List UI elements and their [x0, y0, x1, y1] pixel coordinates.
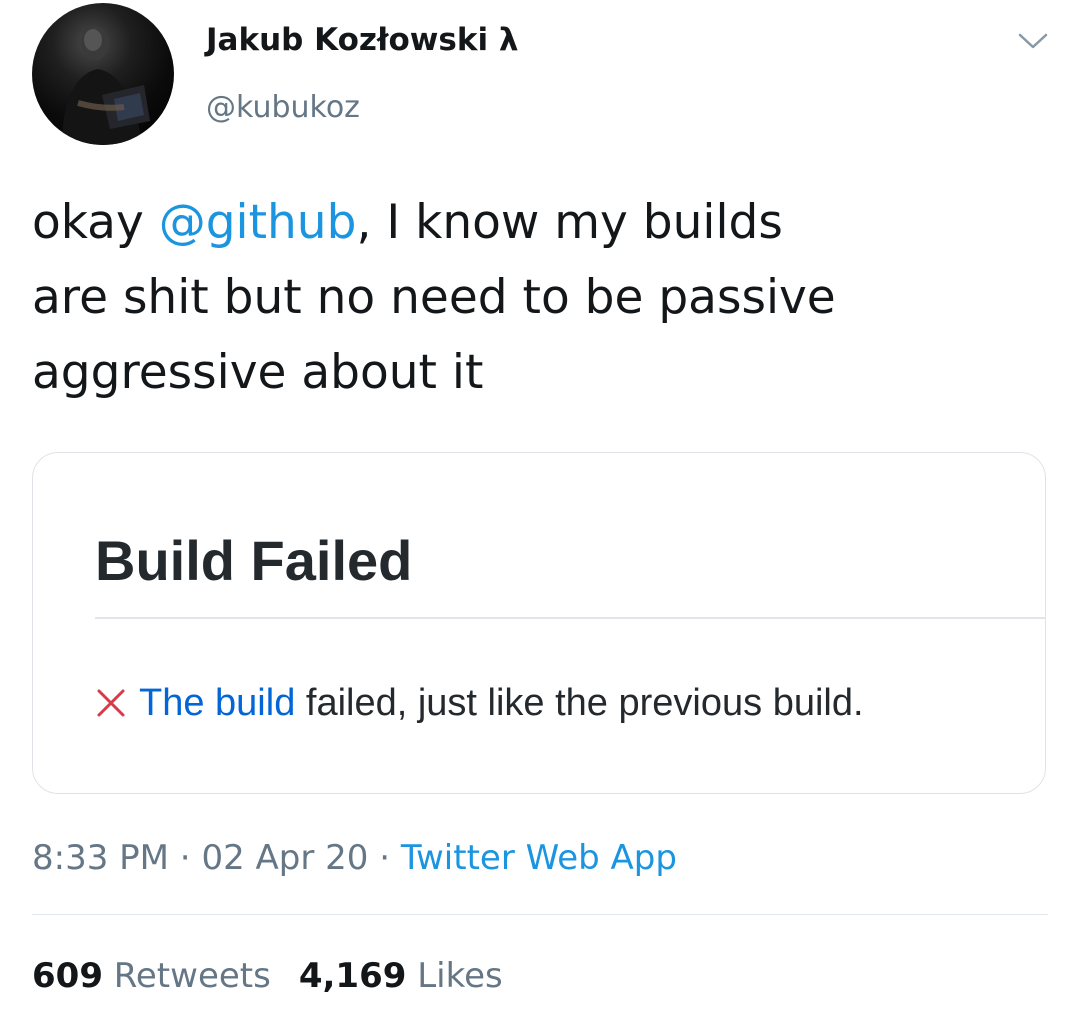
card-title: Build Failed — [95, 529, 413, 592]
card-divider — [95, 617, 1045, 619]
tweet-text-segment: , I know my builds — [356, 195, 783, 250]
tweet-text: okay @github, I know my builds are shit … — [32, 185, 1032, 410]
likes-count: 4,169 — [298, 956, 407, 996]
x-icon — [95, 683, 127, 717]
tweet-text-segment: okay — [32, 195, 159, 250]
tweet-text-line: aggressive about it — [32, 345, 484, 400]
meta-separator: · — [368, 838, 401, 878]
tweet-time[interactable]: 8:33 PM — [32, 838, 169, 878]
failed-text: failed — [305, 682, 397, 724]
chevron-down-icon[interactable] — [1016, 30, 1050, 52]
tweet-text-line: are shit but no need to be passive — [32, 270, 836, 325]
divider — [32, 914, 1048, 915]
status-rest-text: , just like the previous build. — [396, 682, 864, 724]
likes-label: Likes — [417, 956, 503, 996]
card-status-line: The build failed, just like the previous… — [95, 679, 864, 727]
meta-separator: · — [169, 838, 202, 878]
mention-link[interactable]: @github — [159, 195, 357, 250]
retweets-count: 609 — [32, 956, 103, 996]
display-name[interactable]: Jakub Kozłowski λ — [206, 20, 518, 60]
retweets-label: Retweets — [113, 956, 271, 996]
avatar-photo — [62, 26, 150, 145]
likes-stat[interactable]: 4,169 Likes — [299, 954, 503, 998]
tweet-text-line: okay @github, I know my builds — [32, 185, 1032, 260]
source-app-link[interactable]: Twitter Web App — [401, 838, 677, 878]
username-handle[interactable]: @kubukoz — [206, 88, 360, 128]
avatar[interactable] — [32, 3, 174, 145]
retweets-stat[interactable]: 609 Retweets — [32, 954, 271, 998]
tweet: Jakub Kozłowski λ @kubukoz okay @github,… — [0, 0, 1080, 1019]
tweet-stats: 609 Retweets 4,169 Likes — [32, 954, 531, 998]
attached-image-card[interactable]: Build Failed The build failed, just like… — [32, 452, 1046, 794]
build-link: The build — [139, 682, 296, 724]
tweet-meta: 8:33 PM · 02 Apr 20 · Twitter Web App — [32, 836, 677, 880]
tweet-date[interactable]: 02 Apr 20 — [201, 838, 368, 878]
